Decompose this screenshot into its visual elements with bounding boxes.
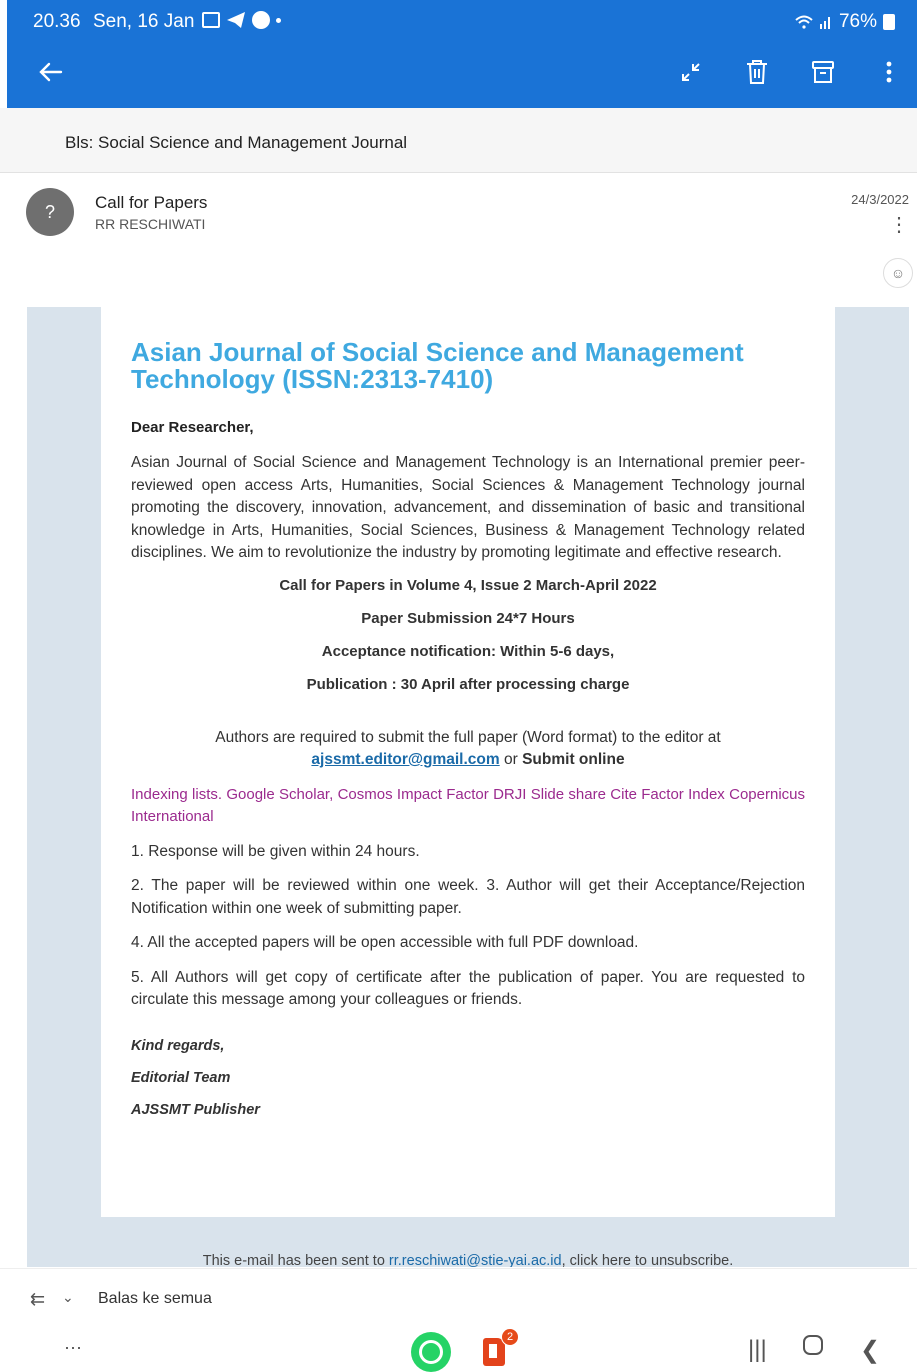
- message-sender[interactable]: RR RESCHIWATI: [95, 216, 205, 232]
- reply-all-icon[interactable]: ⇇: [30, 1289, 45, 1310]
- thread-title: Bls: Social Science and Management Journ…: [65, 133, 408, 152]
- message-subject: Call for Papers: [95, 193, 208, 212]
- message-date: 24/3/2022: [851, 192, 909, 207]
- top-bar: 20.36 Sen, 16 Jan 76%: [7, 0, 917, 108]
- submit-online-link[interactable]: Submit online: [522, 751, 624, 768]
- or-text: or: [503, 751, 518, 768]
- whatsapp-icon[interactable]: [411, 1332, 451, 1372]
- navigation-bar: ⋯ 2 ||| ❮: [0, 1328, 917, 1372]
- sender-avatar[interactable]: ?: [26, 188, 74, 236]
- indexing-lists: Indexing lists. Google Scholar, Cosmos I…: [131, 785, 805, 826]
- archive-icon[interactable]: [809, 58, 837, 86]
- paper-submission: Paper Submission 24*7 Hours: [361, 609, 575, 627]
- footer-suffix[interactable]: , click here to unsubscribe.: [562, 1253, 734, 1267]
- app-bar: [7, 44, 917, 108]
- reply-all-button[interactable]: Balas ke semua: [98, 1290, 212, 1308]
- back-nav-icon[interactable]: ❮: [860, 1336, 880, 1365]
- unsubscribe-footer: This e-mail has been sent to rr.reschiwa…: [27, 1253, 909, 1267]
- office-badge: 2: [501, 1328, 519, 1346]
- signature-publisher: AJSSMT Publisher: [131, 1101, 260, 1118]
- signature-team: Editorial Team: [131, 1069, 231, 1086]
- app-drawer-icon[interactable]: ⋯: [64, 1338, 82, 1359]
- point-3: 4. All the accepted papers will be open …: [131, 934, 639, 951]
- call-for-papers: Call for Papers in Volume 4, Issue 2 Mar…: [279, 576, 657, 594]
- acceptance-notification: Acceptance notification: Within 5-6 days…: [321, 642, 615, 660]
- signal-icon: [819, 17, 830, 29]
- point-2: 2. The paper will be reviewed within one…: [131, 877, 805, 917]
- point-1: 1. Response will be given within 24 hour…: [131, 842, 420, 860]
- recent-apps-icon[interactable]: |||: [748, 1336, 767, 1364]
- battery-icon: [883, 14, 895, 30]
- wifi-icon: [795, 15, 813, 29]
- more-vert-icon[interactable]: [875, 58, 903, 86]
- notification-circle-icon: [252, 11, 270, 29]
- status-date: Sen, 16 Jan: [93, 11, 195, 32]
- publication-date: Publication : 30 April after processing …: [306, 675, 630, 693]
- office-icon[interactable]: 2: [481, 1328, 519, 1366]
- signature-regards: Kind regards,: [131, 1037, 225, 1054]
- thread-header: Bls: Social Science and Management Journ…: [0, 108, 917, 173]
- editor-email-link[interactable]: ajssmt.editor@gmail.com: [311, 751, 499, 768]
- status-bar: 20.36 Sen, 16 Jan 76%: [7, 0, 917, 44]
- trash-icon[interactable]: [743, 58, 771, 86]
- greeting: Dear Researcher,: [131, 419, 254, 436]
- mail-card: Asian Journal of Social Science and Mana…: [101, 307, 835, 1217]
- gallery-icon: [202, 12, 220, 28]
- emoji-reaction-icon[interactable]: ☺: [883, 258, 913, 288]
- status-right: 76%: [795, 11, 895, 33]
- telegram-icon: [227, 12, 245, 28]
- status-notification-icons: [202, 11, 281, 29]
- app-bar-actions: [677, 58, 903, 86]
- point-4: 5. All Authors will get copy of certific…: [131, 968, 805, 1009]
- status-time: 20.36: [33, 11, 81, 32]
- chevron-down-icon[interactable]: ⌄: [62, 1289, 74, 1306]
- authors-text: Authors are required to submit the full …: [215, 728, 721, 746]
- more-notifications-dot: [276, 17, 281, 23]
- back-arrow-icon[interactable]: [37, 58, 65, 92]
- footer-email-link[interactable]: rr.reschiwati@stie-yai.ac.id: [389, 1253, 562, 1267]
- intro-paragraph: Asian Journal of Social Science and Mana…: [131, 454, 805, 561]
- reply-bar: ⇇ ⌄ Balas ke semua: [0, 1268, 917, 1328]
- footer-prefix: This e-mail has been sent to: [202, 1253, 385, 1267]
- home-icon[interactable]: [802, 1334, 824, 1363]
- mail-body: Asian Journal of Social Science and Mana…: [27, 307, 909, 1267]
- message-more-icon[interactable]: ⋮: [889, 212, 909, 237]
- battery-percent: 76%: [838, 11, 877, 32]
- journal-title: Asian Journal of Social Science and Mana…: [131, 337, 744, 394]
- authors-instructions: Authors are required to submit the full …: [131, 727, 805, 772]
- collapse-icon[interactable]: [677, 58, 705, 86]
